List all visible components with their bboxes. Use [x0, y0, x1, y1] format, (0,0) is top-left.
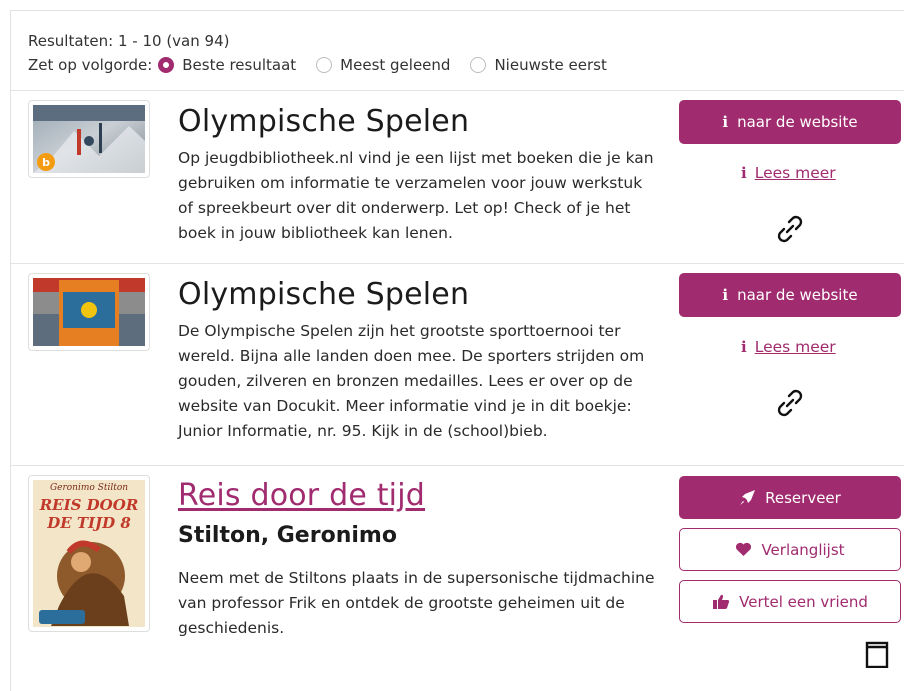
result-description: Op jeugdbibliotheek.nl vind je een lijst…	[178, 149, 654, 242]
sort-options: Zet op volgorde: Beste resultaat Meest g…	[28, 52, 623, 78]
sort-option-newest[interactable]: Nieuwste eerst	[466, 52, 607, 78]
sort-option-most-borrowed[interactable]: Meest geleend	[312, 52, 450, 78]
read-more-link[interactable]: i Lees meer	[741, 338, 836, 356]
info-icon: i	[741, 338, 747, 356]
link-icon[interactable]	[773, 386, 807, 420]
svg-text:DE TIJD 8: DE TIJD 8	[46, 514, 131, 532]
olympics-booklet-image	[33, 278, 145, 346]
wishlist-button[interactable]: Verlanglijst	[679, 528, 901, 571]
book-cover-image: Geronimo Stilton REIS DOOR DE TIJD 8	[33, 480, 145, 627]
divider	[11, 465, 904, 466]
svg-text:b: b	[42, 156, 50, 169]
button-label: naar de website	[737, 286, 858, 304]
button-label: Reserveer	[765, 488, 841, 507]
svg-text:Geronimo Stilton: Geronimo Stilton	[50, 483, 128, 493]
link-icon[interactable]	[773, 212, 807, 246]
button-label: naar de website	[737, 113, 858, 131]
tell-friend-button[interactable]: Vertel een vriend	[679, 580, 901, 623]
heart-icon	[735, 542, 752, 557]
sort-option-best[interactable]: Beste resultaat	[154, 52, 296, 78]
reserve-button[interactable]: Reserveer	[679, 476, 901, 519]
read-more-label: Lees meer	[754, 338, 836, 356]
info-icon: i	[722, 113, 729, 131]
info-icon: i	[741, 164, 747, 182]
button-label: Verlanglijst	[761, 540, 845, 559]
info-icon: i	[722, 286, 729, 304]
divider	[11, 263, 904, 264]
book-author[interactable]: Stilton, Geronimo	[178, 523, 397, 548]
sort-label: Zet op volgorde:	[28, 56, 153, 74]
radio-selected[interactable]	[158, 57, 175, 73]
book-description: Neem met de Stiltons plaats in de supers…	[178, 569, 655, 637]
book-cover[interactable]: Geronimo Stilton REIS DOOR DE TIJD 8	[28, 475, 150, 632]
rocket-icon	[739, 489, 756, 506]
result-thumbnail[interactable]: b	[28, 100, 150, 178]
thumbs-up-icon	[712, 594, 730, 610]
results-summary: Resultaten: 1 - 10 (van 94)	[28, 32, 230, 50]
website-button[interactable]: i naar de website	[679, 273, 901, 317]
result-description: De Olympische Spelen zijn het grootste s…	[178, 322, 645, 440]
book-title-link[interactable]: Reis door de tijd	[178, 478, 425, 513]
svg-text:REIS DOOR: REIS DOOR	[39, 496, 139, 514]
divider	[11, 90, 904, 91]
result-title[interactable]: Olympische Spelen	[178, 277, 469, 312]
website-button[interactable]: i naar de website	[679, 100, 901, 144]
result-title[interactable]: Olympische Spelen	[178, 104, 469, 139]
book-icon	[865, 641, 889, 668]
sort-option-label: Nieuwste eerst	[494, 56, 607, 74]
results-header: Resultaten: 1 - 10 (van 94) Zet op volgo…	[28, 30, 623, 78]
read-more-label: Lees meer	[754, 164, 836, 182]
ski-photo-image: b	[33, 105, 145, 173]
radio-unselected[interactable]	[470, 57, 487, 73]
sort-option-label: Meest geleend	[340, 56, 451, 74]
read-more-link[interactable]: i Lees meer	[741, 164, 836, 182]
button-label: Vertel een vriend	[739, 592, 868, 611]
radio-unselected[interactable]	[316, 57, 333, 73]
result-thumbnail[interactable]	[28, 273, 150, 351]
sort-option-label: Beste resultaat	[182, 56, 297, 74]
